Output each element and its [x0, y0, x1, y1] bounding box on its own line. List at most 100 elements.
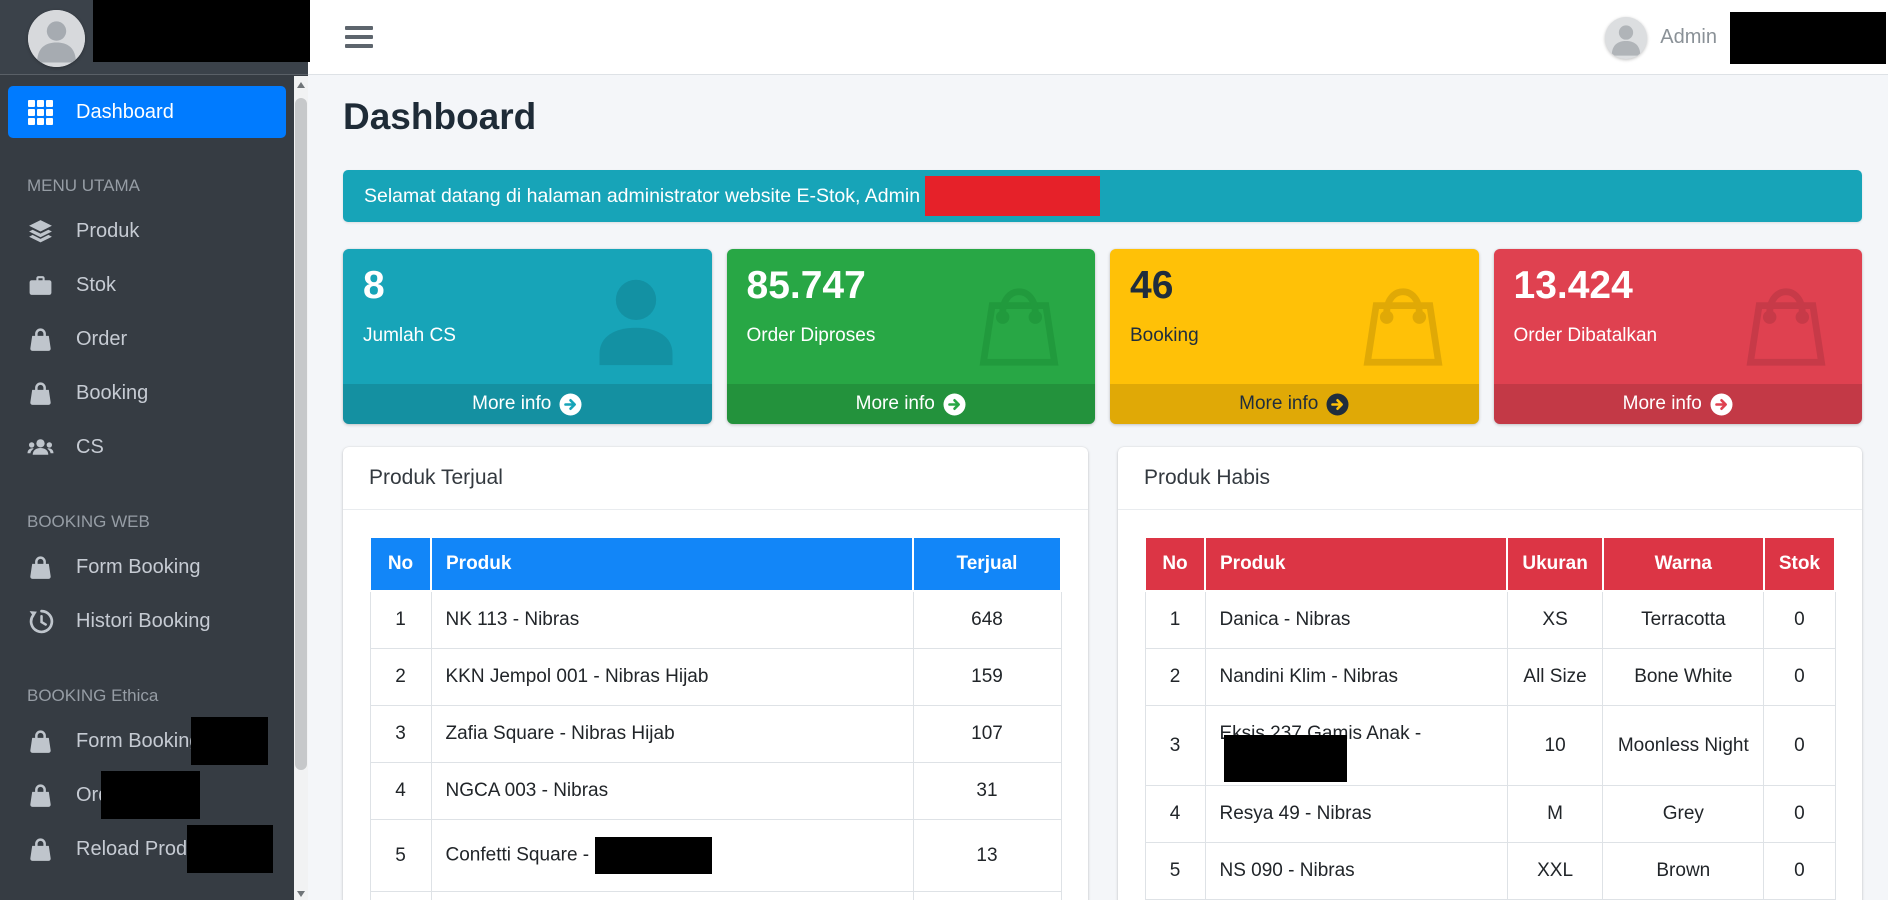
person-icon — [588, 273, 684, 369]
arrow-circle-icon — [943, 393, 966, 416]
column-header-stok: Stok — [1764, 537, 1835, 591]
redaction-welcome-name — [925, 176, 1100, 216]
app-root: Dashboard MENU UTAMA Produk Stok Order — [0, 0, 1888, 900]
column-header-ukuran: Ukuran — [1507, 537, 1602, 591]
shopping-bag-icon — [27, 836, 54, 863]
info-box-booking: 46 Booking More info — [1110, 249, 1479, 424]
user-menu[interactable]: Admin — [1605, 0, 1886, 75]
column-header-no: No — [370, 537, 431, 591]
card-title: Produk Terjual — [343, 447, 1088, 510]
more-info-label: More info — [472, 393, 551, 415]
more-info-label: More info — [1239, 393, 1318, 415]
sidebar: Dashboard MENU UTAMA Produk Stok Order — [0, 0, 308, 900]
sidebar-item-produk[interactable]: Produk — [8, 204, 286, 258]
briefcase-icon — [27, 272, 54, 299]
produk-terjual-card: Produk Terjual No Produk Terjual — [343, 447, 1088, 900]
table-row: 1 NK 113 - Nibras 648 — [370, 591, 1061, 649]
sidebar-item-booking[interactable]: Booking — [8, 366, 286, 420]
sidebar-item-dashboard[interactable]: Dashboard — [8, 86, 286, 138]
more-info-link[interactable]: More info — [1110, 384, 1479, 424]
table-row: 2 Nandini Klim - Nibras All Size Bone Wh… — [1145, 649, 1835, 706]
sidebar-item-label: Form Booking — [76, 730, 201, 753]
produk-habis-table: No Produk Ukuran Warna Stok 1 Danica - N… — [1144, 536, 1836, 900]
table-row: 4 NGCA 003 - Nibras 31 — [370, 763, 1061, 820]
scrollbar-up-arrow[interactable] — [294, 78, 308, 91]
sidebar-item-label: Dashboard — [76, 101, 174, 124]
sidebar-toggle-button[interactable] — [345, 26, 373, 48]
user-name-label: Admin — [1660, 26, 1717, 49]
sidebar-item-form-booking-ethica[interactable]: Form Booking — [8, 714, 286, 768]
table-row: 3 Eksis 237 Gamis Anak - 10 Moonless Nig… — [1145, 706, 1835, 786]
more-info-link[interactable]: More info — [343, 384, 712, 424]
sidebar-item-cs[interactable]: CS — [8, 420, 286, 474]
table-row: 4 Resya 49 - Nibras M Grey 0 — [1145, 786, 1835, 843]
sidebar-item-label: CS — [76, 436, 104, 459]
welcome-alert: Selamat datang di halaman administrator … — [343, 170, 1862, 222]
shopping-bag-icon — [971, 273, 1067, 369]
more-info-label: More info — [1623, 393, 1702, 415]
more-info-link[interactable]: More info — [727, 384, 1096, 424]
info-box-jumlah-cs: 8 Jumlah CS More info — [343, 249, 712, 424]
table-row-partial — [370, 892, 1061, 900]
column-header-warna: Warna — [1603, 537, 1764, 591]
info-box-row: 8 Jumlah CS More info 85.747 Order Dipro… — [343, 249, 1862, 424]
sidebar-menu: Dashboard MENU UTAMA Produk Stok Order — [0, 76, 294, 876]
sidebar-item-label: Histori Booking — [76, 610, 211, 633]
arrow-circle-icon — [1326, 393, 1349, 416]
sidebar-item-stok[interactable]: Stok — [8, 258, 286, 312]
page-title: Dashboard — [343, 95, 1862, 139]
more-info-label: More info — [856, 393, 935, 415]
sidebar-item-order[interactable]: Order — [8, 312, 286, 366]
sidebar-item-order-ethica[interactable]: Order — [8, 768, 286, 822]
shopping-bag-icon — [27, 782, 54, 809]
produk-terjual-table: No Produk Terjual 1 NK 113 - Nibras 648 — [369, 536, 1062, 900]
sidebar-brand[interactable] — [0, 0, 308, 75]
table-row: 3 Zafia Square - Nibras Hijab 107 — [370, 706, 1061, 763]
history-icon — [27, 608, 54, 635]
info-box-order-diproses: 85.747 Order Diproses More info — [727, 249, 1096, 424]
column-header-terjual: Terjual — [913, 537, 1061, 591]
redaction-user-name — [1730, 12, 1886, 64]
shopping-bag-icon — [27, 554, 54, 581]
sidebar-item-label: Stok — [76, 274, 116, 297]
sidebar-scrollbar[interactable] — [294, 76, 308, 900]
brand-avatar — [28, 10, 85, 67]
sidebar-item-label: Produk — [76, 220, 139, 243]
scrollbar-thumb[interactable] — [295, 98, 307, 770]
redaction-product-name — [1224, 735, 1347, 782]
redaction-product-name — [595, 837, 712, 874]
table-row: 5 Confetti Square - 13 — [370, 820, 1061, 892]
sidebar-item-label: Form Booking — [76, 556, 201, 579]
redaction-brand-name — [93, 0, 310, 62]
shopping-bag-icon — [27, 380, 54, 407]
table-row: 2 KKN Jempol 001 - Nibras Hijab 159 — [370, 649, 1061, 706]
redaction-sidebar-item — [187, 825, 273, 873]
layers-icon — [27, 218, 54, 245]
more-info-link[interactable]: More info — [1494, 384, 1863, 424]
cards-row: Produk Terjual No Produk Terjual — [343, 447, 1862, 900]
sidebar-item-histori-booking[interactable]: Histori Booking — [8, 594, 286, 648]
sidebar-item-label: Booking — [76, 382, 148, 405]
column-header-produk: Produk — [431, 537, 913, 591]
sidebar-item-label: Order — [76, 328, 127, 351]
sidebar-item-reload-produk[interactable]: Reload Produk — [8, 822, 286, 876]
users-icon — [27, 434, 54, 461]
table-row: 5 NS 090 - Nibras XXL Brown 0 — [1145, 843, 1835, 900]
sidebar-section-header: BOOKING WEB — [8, 508, 286, 536]
scrollbar-down-arrow[interactable] — [294, 887, 308, 900]
redaction-sidebar-item — [191, 717, 268, 765]
sidebar-item-form-booking[interactable]: Form Booking — [8, 540, 286, 594]
top-navbar: Admin — [308, 0, 1888, 75]
grid-icon — [27, 99, 54, 126]
shopping-bag-icon — [1738, 273, 1834, 369]
arrow-circle-icon — [559, 393, 582, 416]
redaction-sidebar-item — [101, 771, 200, 819]
shopping-bag-icon — [1355, 273, 1451, 369]
column-header-produk: Produk — [1205, 537, 1507, 591]
produk-habis-card: Produk Habis No Produk Ukuran Warna Stok — [1118, 447, 1862, 900]
welcome-text: Selamat datang di halaman administrator … — [364, 185, 920, 208]
info-box-order-dibatalkan: 13.424 Order Dibatalkan More info — [1494, 249, 1863, 424]
sidebar-section-header: BOOKING Ethica — [8, 682, 286, 710]
sidebar-section-header: MENU UTAMA — [8, 172, 286, 200]
arrow-circle-icon — [1710, 393, 1733, 416]
